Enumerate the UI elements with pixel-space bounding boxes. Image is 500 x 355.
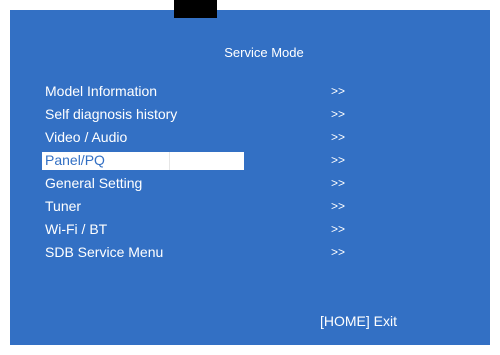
menu-item-label: Panel/PQ (45, 152, 105, 168)
menu-item-label: Self diagnosis history (45, 106, 178, 122)
menu-item-label: Wi-Fi / BT (45, 221, 108, 237)
highlight-divider (169, 152, 170, 170)
tv-screen: Service Mode Model Information >> Self d… (0, 0, 500, 355)
chevron-right-icon: >> (331, 222, 346, 236)
chevron-right-icon: >> (331, 107, 346, 121)
chevron-right-icon: >> (331, 130, 346, 144)
menu-item-model-information[interactable]: Model Information >> (42, 80, 362, 103)
menu-item-general-setting[interactable]: General Setting >> (42, 172, 362, 195)
menu-item-tuner[interactable]: Tuner >> (42, 195, 362, 218)
menu-item-self-diagnosis-history[interactable]: Self diagnosis history >> (42, 103, 362, 126)
menu-item-sdb-service-menu[interactable]: SDB Service Menu >> (42, 241, 362, 264)
page-title: Service Mode (224, 45, 304, 60)
menu-item-label: General Setting (45, 175, 143, 191)
service-menu: Model Information >> Self diagnosis hist… (42, 80, 362, 264)
menu-item-label: SDB Service Menu (45, 244, 164, 260)
menu-item-label: Tuner (45, 198, 82, 214)
menu-item-label: Video / Audio (45, 129, 128, 145)
menu-item-wifi-bt[interactable]: Wi-Fi / BT >> (42, 218, 362, 241)
chevron-right-icon: >> (331, 176, 346, 190)
exit-hint[interactable]: [HOME] Exit (320, 312, 397, 330)
chevron-right-icon: >> (331, 199, 346, 213)
top-black-bar (174, 0, 217, 18)
menu-item-panel-pq[interactable]: Panel/PQ >> (42, 149, 362, 172)
chevron-right-icon: >> (331, 84, 346, 98)
service-mode-panel: Service Mode Model Information >> Self d… (10, 10, 490, 345)
chevron-right-icon: >> (331, 153, 346, 167)
menu-item-video-audio[interactable]: Video / Audio >> (42, 126, 362, 149)
menu-item-label: Model Information (45, 83, 158, 99)
chevron-right-icon: >> (331, 245, 346, 259)
